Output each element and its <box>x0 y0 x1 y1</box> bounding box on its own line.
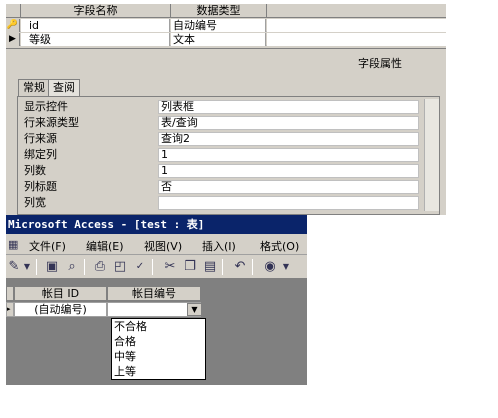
save-icon[interactable]: ▣ <box>44 259 60 275</box>
dropdown-arrow-icon[interactable]: ▼ <box>187 303 202 316</box>
prop-value[interactable] <box>158 196 419 210</box>
prop-label: 列标题 <box>24 180 57 193</box>
col-header-account-code[interactable]: 帐目编号 <box>107 286 201 301</box>
list-item[interactable]: 上等 <box>114 364 136 379</box>
data-type-cell[interactable]: 自动编号 <box>171 19 266 32</box>
toolbar-separator <box>84 259 85 275</box>
copy-icon[interactable]: ❐ <box>182 259 198 275</box>
description-cell[interactable] <box>267 33 446 46</box>
prop-value[interactable]: 列表框 <box>158 100 419 114</box>
prop-label: 行来源 <box>24 132 57 145</box>
field-row[interactable]: 🔑 id 自动编号 <box>6 19 446 32</box>
field-grid-header: 字段名称 数据类型 <box>6 4 446 18</box>
prop-label: 列宽 <box>24 196 46 209</box>
design-view-icon[interactable]: ✎ <box>6 259 22 275</box>
prop-label: 行来源类型 <box>24 116 79 129</box>
prop-value[interactable]: 1 <box>158 164 419 178</box>
paste-icon[interactable]: ▤ <box>202 259 218 275</box>
prop-label: 绑定列 <box>24 148 57 161</box>
tab-general[interactable]: 常规 <box>18 79 50 97</box>
prop-label: 列数 <box>24 164 46 177</box>
chevron-down-icon[interactable]: ▼ <box>282 259 290 275</box>
list-item[interactable]: 中等 <box>114 349 136 364</box>
table-icon: ▦ <box>8 238 19 251</box>
prop-value[interactable]: 否 <box>158 180 419 194</box>
prop-row-display-control[interactable]: 显示控件 列表框 <box>22 100 419 114</box>
undo-icon[interactable]: ↶ <box>232 259 248 275</box>
field-name-cell[interactable]: id <box>21 19 170 32</box>
field-name-cell[interactable]: 等级 <box>21 33 170 46</box>
print-preview-icon[interactable]: ⌕ <box>64 259 80 275</box>
print-icon[interactable]: ⎙ <box>92 259 108 275</box>
prop-label: 显示控件 <box>24 100 68 113</box>
menu-format[interactable]: 格式(O) <box>260 238 299 254</box>
col-header-account-id[interactable]: 帐目 ID <box>14 286 107 301</box>
new-row-selector[interactable]: ▸ <box>6 302 14 317</box>
primary-key-icon: 🔑 <box>6 19 20 32</box>
properties-box: 显示控件 列表框 行来源类型 表/查询 行来源 查询2 绑定列 1 列数 1 列… <box>17 96 440 215</box>
col-header-field-name[interactable]: 字段名称 <box>21 4 171 18</box>
toolbar-separator <box>152 259 153 275</box>
prop-value[interactable]: 查询2 <box>158 132 419 146</box>
cut-icon[interactable]: ✂ <box>162 259 178 275</box>
prop-row-column-heads[interactable]: 列标题 否 <box>22 180 419 194</box>
preview-icon[interactable]: ◰ <box>112 259 128 275</box>
field-properties-bar: 字段属性 <box>6 48 446 72</box>
prop-row-row-source-type[interactable]: 行来源类型 表/查询 <box>22 116 419 130</box>
spell-icon[interactable]: ✓ <box>132 259 148 275</box>
list-item[interactable]: 合格 <box>114 334 136 349</box>
window-title: Microsoft Access - [test : 表] <box>6 215 307 234</box>
field-row[interactable]: ▶ 等级 文本 <box>6 33 446 46</box>
field-properties-title: 字段属性 <box>358 57 402 70</box>
menu-edit[interactable]: 编辑(E) <box>86 238 124 254</box>
toolbar-separator <box>36 259 37 275</box>
data-type-cell[interactable]: 文本 <box>171 33 266 46</box>
menu-bar: ▦ 文件(F) 编辑(E) 视图(V) 插入(I) 格式(O) <box>6 234 307 255</box>
menu-file[interactable]: 文件(F) <box>29 238 66 254</box>
row-selector-header <box>6 286 14 301</box>
dropdown-list: 不合格 合格 中等 上等 <box>111 318 206 380</box>
list-item[interactable]: 不合格 <box>114 319 147 334</box>
tab-lookup[interactable]: 查阅 <box>48 79 80 97</box>
description-cell[interactable] <box>267 19 446 32</box>
web-icon[interactable]: ◉ <box>262 259 278 275</box>
prop-row-column-widths[interactable]: 列宽 <box>22 196 419 210</box>
prop-value[interactable]: 1 <box>158 148 419 162</box>
prop-value[interactable]: 表/查询 <box>158 116 419 130</box>
table-design-panel: 字段名称 数据类型 🔑 id 自动编号 ▶ 等级 文本 字段属性 常规 查阅 显… <box>6 4 446 215</box>
prop-row-row-source[interactable]: 行来源 查询2 <box>22 132 419 146</box>
menu-insert[interactable]: 插入(I) <box>202 238 236 254</box>
toolbar-separator <box>252 259 253 275</box>
menu-view[interactable]: 视图(V) <box>144 238 182 254</box>
toolbar-separator <box>222 259 223 275</box>
prop-row-column-count[interactable]: 列数 1 <box>22 164 419 178</box>
access-window: Microsoft Access - [test : 表] ▦ 文件(F) 编辑… <box>6 215 307 385</box>
current-row-arrow-icon: ▶ <box>6 33 20 46</box>
prop-row-bound-column[interactable]: 绑定列 1 <box>22 148 419 162</box>
vertical-scrollbar[interactable] <box>424 99 439 211</box>
toolbar: ✎ ▼ ▣ ⌕ ⎙ ◰ ✓ ✂ ❐ ▤ ↶ ◉ ▼ <box>6 255 307 279</box>
chevron-down-icon[interactable]: ▼ <box>22 259 32 275</box>
col-header-data-type[interactable]: 数据类型 <box>171 4 267 18</box>
autonumber-cell[interactable]: (自动编号) <box>14 302 107 317</box>
row-selector-header <box>6 4 21 18</box>
